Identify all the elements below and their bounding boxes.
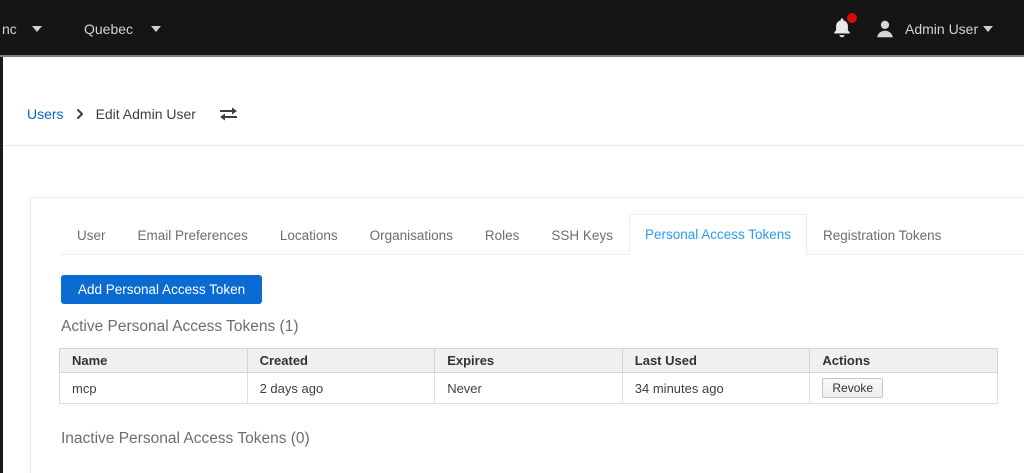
user-menu[interactable]: Admin User — [874, 0, 978, 57]
location-selector-label: Quebec — [84, 20, 134, 37]
tab-roles[interactable]: Roles — [469, 215, 536, 255]
revoke-button[interactable]: Revoke — [822, 378, 884, 398]
tab-ssh-keys[interactable]: SSH Keys — [535, 215, 629, 255]
column-header-name: Name — [59, 348, 248, 373]
org-selector-label: nc — [2, 20, 17, 37]
user-edit-tabs: User Email Preferences Locations Organis… — [61, 214, 1024, 255]
location-selector-caret[interactable] — [151, 0, 161, 57]
notifications-button[interactable] — [831, 0, 857, 57]
breadcrumb-bar: Users Edit Admin User — [3, 59, 1024, 146]
breadcrumb-link-users[interactable]: Users — [27, 106, 64, 122]
chevron-down-icon — [32, 25, 42, 32]
breadcrumb-current: Edit Admin User — [95, 106, 196, 122]
user-menu-label: Admin User — [905, 20, 979, 37]
switch-user-icon[interactable] — [218, 106, 239, 122]
org-selector[interactable]: nc — [2, 0, 17, 57]
column-header-last-used: Last Used — [621, 348, 811, 373]
chevron-down-icon — [983, 25, 993, 32]
org-selector-caret[interactable] — [32, 0, 42, 57]
column-header-created: Created — [246, 348, 436, 373]
token-expires-cell: Never — [434, 372, 623, 404]
column-header-expires: Expires — [434, 348, 623, 373]
active-tokens-table: Name Created Expires Last Used Actions m… — [59, 348, 998, 404]
tab-locations[interactable]: Locations — [264, 215, 354, 255]
add-personal-access-token-button[interactable]: Add Personal Access Token — [61, 275, 263, 304]
tab-user[interactable]: User — [61, 215, 122, 255]
table-row: mcp 2 days ago Never 34 minutes ago Revo… — [59, 372, 998, 404]
user-menu-caret[interactable] — [983, 0, 993, 57]
token-actions-cell: Revoke — [809, 372, 998, 404]
column-header-actions: Actions — [809, 348, 998, 373]
breadcrumb-chevron-icon — [75, 108, 85, 120]
tab-registration-tokens[interactable]: Registration Tokens — [807, 215, 957, 255]
active-tokens-heading: Active Personal Access Tokens (1) — [61, 318, 299, 335]
top-navbar: nc Quebec Admin User — [0, 0, 1024, 57]
user-edit-card: User Email Preferences Locations Organis… — [30, 197, 1024, 473]
table-header-row: Name Created Expires Last Used Actions — [59, 348, 998, 373]
chevron-down-icon — [151, 25, 161, 32]
token-created-cell: 2 days ago — [246, 372, 436, 404]
location-selector[interactable]: Quebec — [84, 0, 133, 57]
tab-personal-access-tokens[interactable]: Personal Access Tokens — [628, 214, 808, 255]
inactive-tokens-heading: Inactive Personal Access Tokens (0) — [61, 430, 310, 447]
token-last-used-cell: 34 minutes ago — [621, 372, 811, 404]
unread-notification-dot — [847, 12, 857, 23]
breadcrumb: Users Edit Admin User — [27, 106, 239, 122]
tab-organisations[interactable]: Organisations — [354, 215, 469, 255]
user-icon — [874, 16, 905, 41]
token-name-cell: mcp — [59, 372, 248, 404]
tab-email-preferences[interactable]: Email Preferences — [122, 215, 264, 255]
